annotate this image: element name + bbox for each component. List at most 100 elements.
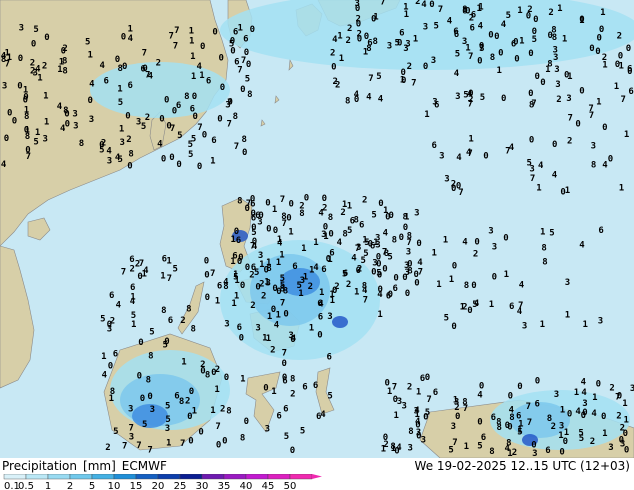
precip-value-mark: 5 xyxy=(517,428,522,438)
precip-value-mark: 8 xyxy=(146,376,151,386)
precip-value-mark: 2 xyxy=(340,208,345,218)
precip-value-mark: 3 xyxy=(404,268,409,278)
precip-value-mark: 6 xyxy=(236,236,241,246)
precip-value-mark: 5 xyxy=(188,150,193,160)
precip-value-mark: 1 xyxy=(602,61,607,71)
precip-value-mark: 6 xyxy=(128,81,133,91)
precip-value-mark: 1 xyxy=(327,255,332,265)
precip-value-mark: 1 xyxy=(323,232,328,242)
precip-value-mark: 1 xyxy=(160,272,165,282)
precip-value-mark: 3 xyxy=(73,122,78,132)
precip-value-mark: 7 xyxy=(210,269,215,279)
precip-value-mark: 0 xyxy=(498,49,503,59)
precip-value-mark: 1 xyxy=(214,385,219,395)
precip-value-mark: 4 xyxy=(454,69,460,79)
precip-value-mark: 0 xyxy=(240,85,245,95)
precip-value-mark: 3 xyxy=(414,209,419,219)
precip-value-mark: 4 xyxy=(143,266,149,276)
precip-value-mark: 1 xyxy=(436,280,441,290)
precip-value-mark: 0 xyxy=(508,391,513,401)
precip-value-mark: 3 xyxy=(129,433,134,443)
precip-value-mark: 8 xyxy=(148,351,153,361)
precip-value-mark: 3 xyxy=(598,317,603,327)
precip-value-mark: 0 xyxy=(200,367,205,377)
precip-value-mark: 0 xyxy=(328,230,333,240)
precip-value-mark: 3 xyxy=(265,424,270,434)
precip-value-mark: 1 xyxy=(298,289,303,299)
precip-value-mark: 1 xyxy=(117,85,122,95)
precip-value-mark: 4 xyxy=(538,161,544,171)
precip-value-mark: 0 xyxy=(582,408,587,418)
precip-value-mark: 6 xyxy=(237,323,242,333)
precip-value-mark: 1 xyxy=(565,186,570,196)
colorbar-segment xyxy=(201,474,225,480)
precip-value-mark: 7 xyxy=(174,26,179,36)
precip-value-mark: 0 xyxy=(264,265,269,275)
precip-value-mark: 1 xyxy=(600,8,605,18)
precip-value-mark: 8 xyxy=(128,150,133,160)
precip-value-mark: 4 xyxy=(274,321,280,331)
precip-value-mark: 8 xyxy=(464,281,469,291)
precip-value-mark: 8 xyxy=(541,243,546,253)
precip-value-mark: 7 xyxy=(169,31,174,41)
precip-value-mark: 0 xyxy=(416,239,421,249)
legend-model: ECMWF xyxy=(121,459,167,473)
precip-value-mark: 5 xyxy=(165,401,170,411)
precip-value-mark: 1 xyxy=(413,34,418,44)
colorbar-tick-label: 40 xyxy=(240,481,253,490)
precip-value-mark: 5 xyxy=(118,98,123,108)
precip-value-mark: 1 xyxy=(88,50,93,60)
precip-value-mark: 0 xyxy=(265,199,270,209)
precip-value-mark: 3 xyxy=(431,56,436,66)
precip-value-mark: 6 xyxy=(470,24,475,34)
colorbar-segment xyxy=(135,474,159,480)
precip-value-mark: 2 xyxy=(105,443,110,453)
precip-value-mark: 0 xyxy=(452,262,457,272)
precip-value-mark: 0 xyxy=(488,30,493,40)
precip-value-mark: 6 xyxy=(318,313,323,323)
precip-value-mark: 8 xyxy=(290,375,295,385)
precip-value-mark: 7 xyxy=(147,445,152,455)
precip-value-mark: 1 xyxy=(347,202,352,212)
precip-value-mark: 1 xyxy=(276,311,281,321)
precip-value-mark: 0 xyxy=(399,233,404,243)
precip-value-mark: 1 xyxy=(166,438,171,448)
precip-value-mark: 1 xyxy=(381,445,386,455)
precip-value-mark: 4 xyxy=(320,410,326,420)
precip-value-mark: 0 xyxy=(540,78,545,88)
precip-value-mark: 7 xyxy=(282,219,287,229)
precip-value-mark: 7 xyxy=(282,349,287,359)
precip-value-mark: 3 xyxy=(522,322,527,332)
precip-value-mark: 0 xyxy=(282,373,287,383)
precip-value-mark: 0 xyxy=(505,421,510,431)
precip-value-mark: 0 xyxy=(164,95,169,105)
precip-value-mark: 5 xyxy=(506,11,511,21)
precip-value-mark: 6 xyxy=(598,226,603,236)
precip-value-mark: 8 xyxy=(373,37,378,47)
precip-value-mark: 8 xyxy=(184,92,189,102)
precip-value-mark: 3 xyxy=(554,65,559,75)
precip-value-mark: 0 xyxy=(403,223,408,233)
precip-value-mark: 1 xyxy=(404,212,409,222)
precip-value-mark: 5 xyxy=(527,158,532,168)
precip-value-mark: 6 xyxy=(433,388,438,398)
precip-value-mark: 2 xyxy=(347,24,352,34)
precip-value-mark: 0 xyxy=(188,437,193,447)
precip-value-mark: 4 xyxy=(462,238,468,248)
precip-value-mark: 2 xyxy=(335,80,340,90)
precip-value-mark: 7 xyxy=(26,152,31,162)
precip-value-mark: 8 xyxy=(392,236,397,246)
precip-value-mark: 4 xyxy=(35,65,41,75)
precip-value-mark: 4 xyxy=(378,95,384,105)
precip-value-mark: 6 xyxy=(243,35,248,45)
precip-value-mark: 0 xyxy=(121,32,126,42)
precip-value-mark: 1 xyxy=(276,258,281,268)
precip-value-mark: 1 xyxy=(309,324,314,334)
legend-title-text: Precipitation xyxy=(2,459,78,473)
precip-value-mark: 1 xyxy=(262,333,267,343)
precip-value-mark: 0 xyxy=(202,131,207,141)
precip-value-mark: 8 xyxy=(63,106,68,116)
precip-value-mark: 8 xyxy=(247,90,252,100)
precip-value-mark: 6 xyxy=(276,412,281,422)
precip-value-mark: 0 xyxy=(416,431,421,441)
